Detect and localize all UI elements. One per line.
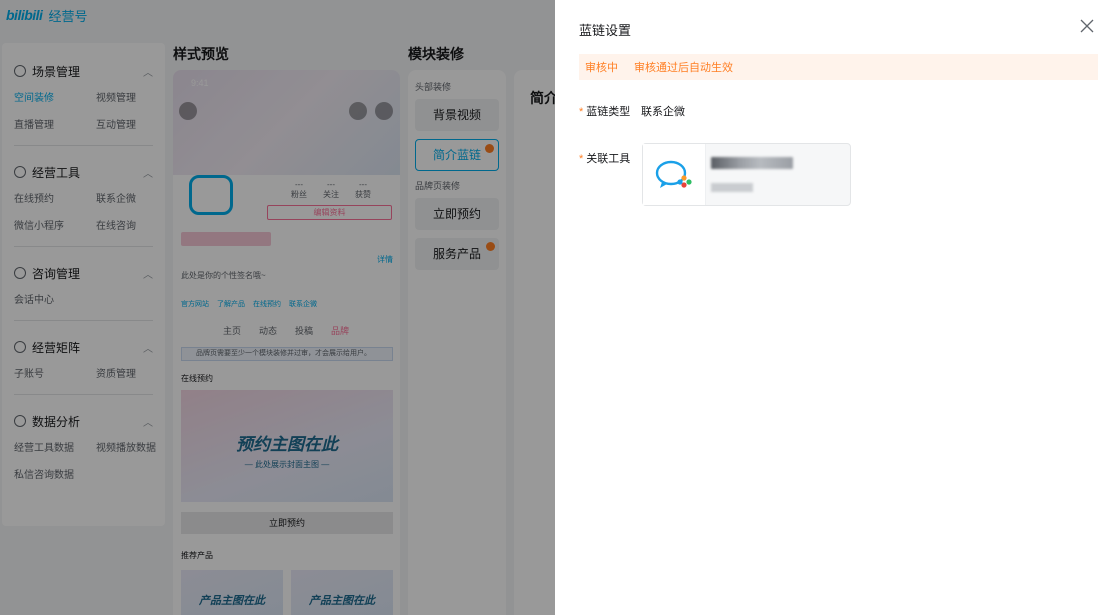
- required-mark: *: [579, 106, 584, 118]
- tool-sub-blurred: [711, 183, 753, 192]
- review-status-note: 审核通过后自动生效: [634, 62, 733, 74]
- field-linked-tool: * 关联工具: [579, 150, 641, 166]
- field-label: * 蓝链类型: [579, 103, 641, 119]
- field-label-text: 蓝链类型: [586, 106, 631, 118]
- field-bluelink-type: * 蓝链类型 联系企微: [579, 103, 685, 119]
- drawer-title: 蓝链设置: [579, 23, 632, 38]
- linked-tool-card[interactable]: [642, 143, 851, 206]
- wecom-icon: [643, 144, 706, 205]
- review-status: 审核中: [585, 62, 618, 74]
- close-icon[interactable]: [1079, 18, 1097, 36]
- bluelink-settings-drawer: 蓝链设置 审核中 审核通过后自动生效 * 蓝链类型 联系企微 * 关联工具: [555, 0, 1099, 615]
- bluelink-type-value: 联系企微: [641, 106, 685, 118]
- field-label: * 关联工具: [579, 150, 641, 166]
- tool-info: [706, 157, 793, 192]
- review-status-notice: 审核中 审核通过后自动生效: [579, 54, 1098, 80]
- tool-name-blurred: [711, 157, 793, 169]
- field-label-text: 关联工具: [586, 153, 631, 165]
- required-mark: *: [579, 153, 584, 165]
